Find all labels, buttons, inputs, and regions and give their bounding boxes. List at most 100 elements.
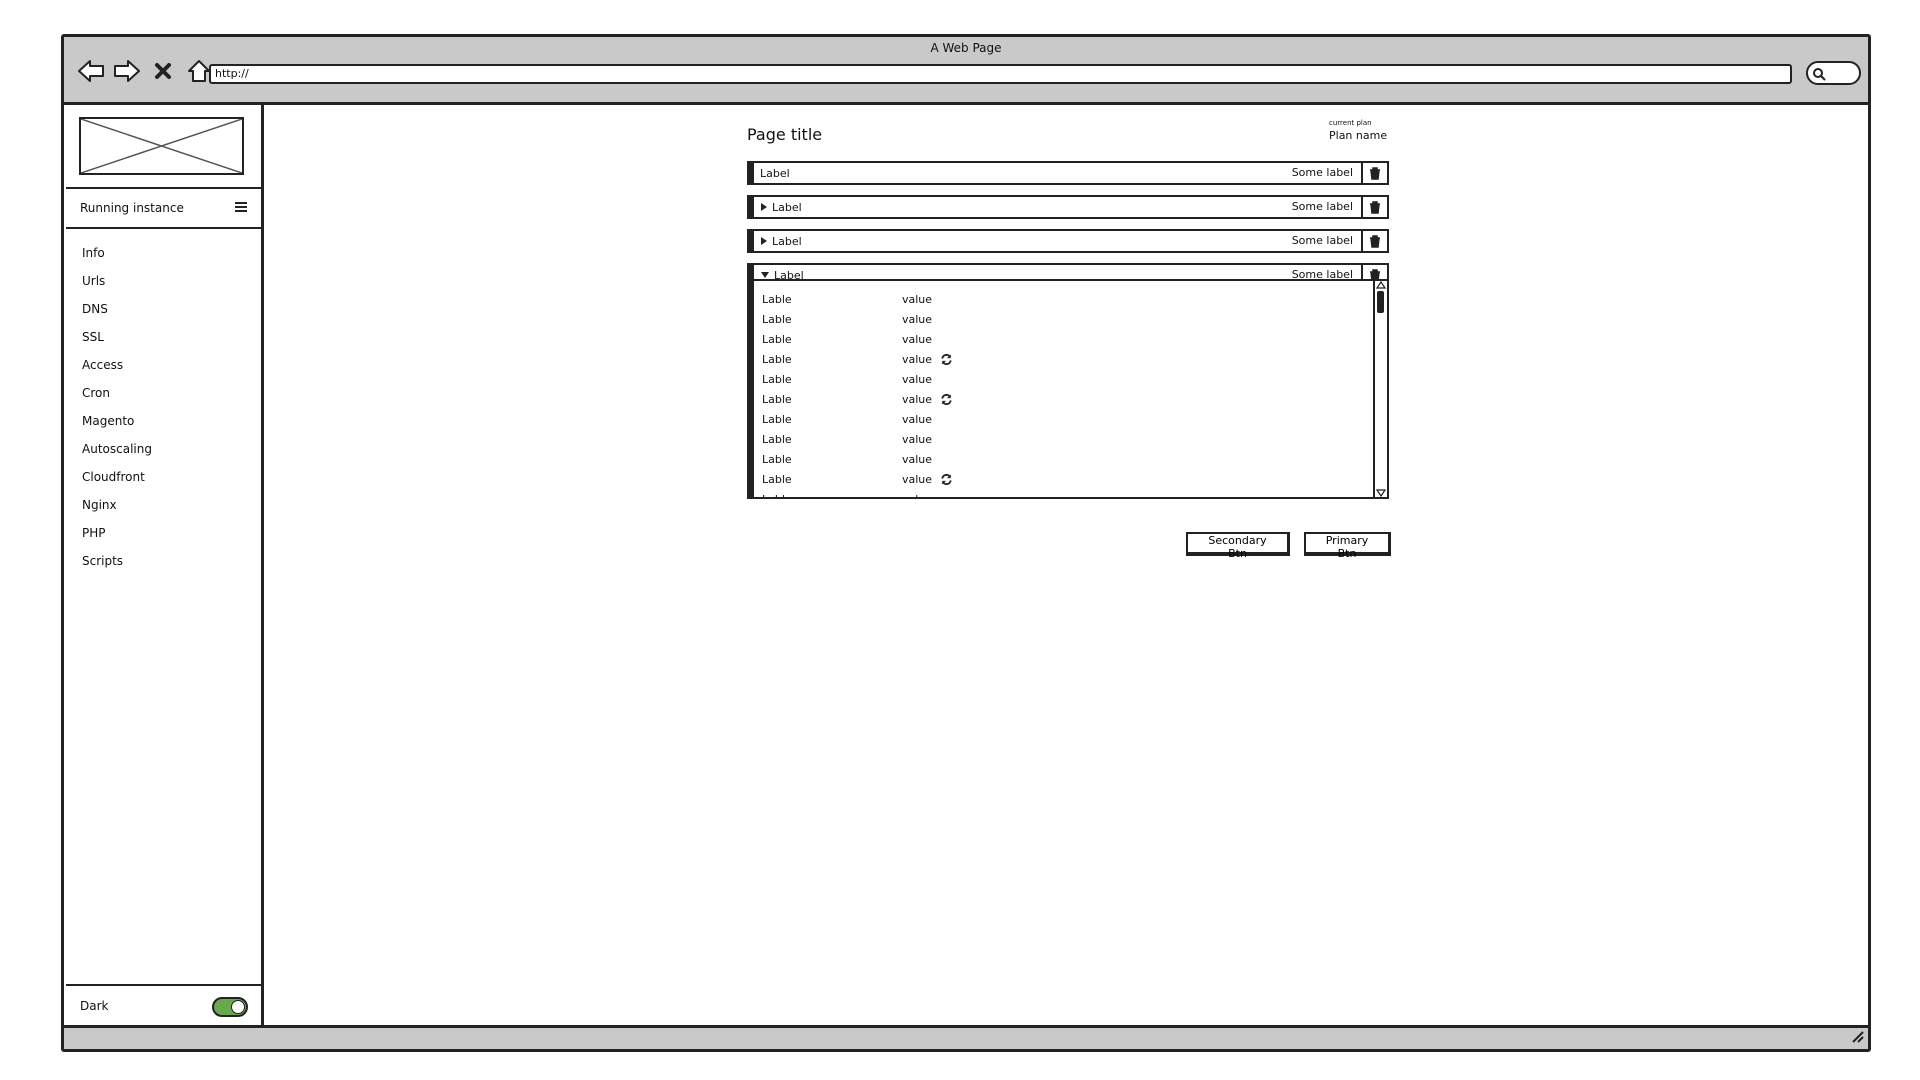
row-value-wrap: value <box>902 393 953 406</box>
sidebar: Running instance Info Urls DNS SSL Acces… <box>66 105 264 1026</box>
row-value-wrap: value <box>902 353 953 366</box>
current-plan: current plan Plan name <box>1329 119 1387 142</box>
theme-label: Dark <box>80 999 109 1013</box>
accordion-right-label: Some label <box>1291 166 1353 179</box>
trash-icon <box>1370 200 1380 214</box>
accordion-label-wrap: Label <box>760 201 802 214</box>
scroll-up-icon <box>1376 281 1386 289</box>
trash-icon <box>1370 234 1380 248</box>
scroll-down-icon <box>1376 489 1386 497</box>
secondary-button[interactable]: Secondary Btn <box>1186 532 1290 560</box>
sidebar-item-info[interactable]: Info <box>82 239 152 267</box>
address-bar[interactable]: http:// <box>209 64 1792 84</box>
list-item: Lable value <box>762 309 1369 329</box>
nav-controls <box>76 57 214 85</box>
row-label: Lable <box>762 392 792 406</box>
trash-icon <box>1370 166 1380 180</box>
accordion-item-1[interactable]: Label Some label <box>747 161 1389 185</box>
row-label: Lable <box>762 452 792 466</box>
row-value-wrap: value <box>902 492 933 499</box>
sidebar-menu: Info Urls DNS SSL Access Cron Magento Au… <box>82 239 152 575</box>
dark-mode-toggle[interactable] <box>212 997 248 1017</box>
accordion-label: Label <box>772 200 802 214</box>
sidebar-item-cloudfront[interactable]: Cloudfront <box>82 463 152 491</box>
sidebar-item-urls[interactable]: Urls <box>82 267 152 295</box>
logo-placeholder <box>79 117 244 175</box>
row-value: value <box>902 492 933 499</box>
accordion-label: Label <box>760 166 790 180</box>
row-label: Lable <box>762 492 792 499</box>
row-value-wrap: value <box>902 473 953 486</box>
list-item: Lable value <box>762 349 1369 369</box>
resize-grip-icon[interactable] <box>1850 1028 1864 1047</box>
sidebar-item-autoscaling[interactable]: Autoscaling <box>82 435 152 463</box>
sidebar-item-php[interactable]: PHP <box>82 519 152 547</box>
sidebar-item-nginx[interactable]: Nginx <box>82 491 152 519</box>
refresh-icon[interactable] <box>940 353 953 366</box>
list-item: Lable value <box>762 489 1369 499</box>
row-value: value <box>902 472 933 486</box>
toggle-knob <box>231 1000 245 1014</box>
row-label: Lable <box>762 472 792 486</box>
row-value: value <box>902 292 933 306</box>
instance-header[interactable]: Running instance <box>66 187 262 229</box>
row-label: Lable <box>762 432 792 446</box>
browser-search-button[interactable] <box>1806 61 1861 85</box>
accordion-right-label: Some label <box>1291 200 1353 213</box>
scroll-thumb[interactable] <box>1377 291 1384 313</box>
key-value-list: Lable value Lable value Lable value Lable value… <box>762 289 1369 499</box>
accordion-label-wrap: Label <box>760 167 790 180</box>
row-label: Lable <box>762 372 792 386</box>
sidebar-item-scripts[interactable]: Scripts <box>82 547 152 575</box>
list-item: Lable value <box>762 469 1369 489</box>
sidebar-item-dns[interactable]: DNS <box>82 295 152 323</box>
row-value-wrap: value <box>902 433 932 446</box>
sidebar-item-cron[interactable]: Cron <box>82 379 152 407</box>
delete-button[interactable] <box>1361 197 1387 217</box>
hamburger-icon[interactable] <box>234 201 248 216</box>
back-icon[interactable] <box>76 57 106 85</box>
row-label: Lable <box>762 352 792 366</box>
triangle-right-icon <box>761 237 767 245</box>
refresh-icon[interactable] <box>940 473 953 486</box>
triangle-right-icon <box>761 203 767 211</box>
row-value-wrap: value <box>902 373 932 386</box>
refresh-icon[interactable] <box>940 393 953 406</box>
accordion-panel: Lable value Lable value Lable value Lable value… <box>747 279 1389 499</box>
row-label: Lable <box>762 412 792 426</box>
accordion-label: Label <box>772 234 802 248</box>
page-viewport: Running instance Info Urls DNS SSL Acces… <box>64 105 1868 1027</box>
theme-switcher: Dark <box>66 984 262 1026</box>
window-title: A Web Page <box>930 41 1002 55</box>
list-item: Lable value <box>762 329 1369 349</box>
row-value: value <box>902 412 933 426</box>
list-item: Lable value <box>762 449 1369 469</box>
sidebar-item-access[interactable]: Access <box>82 351 152 379</box>
browser-statusbar <box>64 1025 1868 1049</box>
close-icon[interactable] <box>148 57 178 85</box>
browser-titlebar: A Web Page http:// <box>64 37 1868 105</box>
triangle-down-icon <box>761 272 769 278</box>
instance-label: Running instance <box>80 201 184 215</box>
scrollbar[interactable] <box>1373 281 1387 497</box>
plan-caption: current plan <box>1329 119 1372 127</box>
accordion-item-3[interactable]: Label Some label <box>747 229 1389 253</box>
accordion-item-2[interactable]: Label Some label <box>747 195 1389 219</box>
row-value-wrap: value <box>902 453 932 466</box>
list-item: Lable value <box>762 409 1369 429</box>
row-value-wrap: value <box>902 413 932 426</box>
sidebar-item-ssl[interactable]: SSL <box>82 323 152 351</box>
row-value-wrap: value <box>902 313 932 326</box>
row-label: Lable <box>762 332 792 346</box>
row-label: Lable <box>762 292 792 306</box>
sidebar-item-magento[interactable]: Magento <box>82 407 152 435</box>
page-title: Page title <box>747 125 823 144</box>
row-value: value <box>902 372 933 386</box>
row-value: value <box>902 392 933 406</box>
primary-button[interactable]: Primary Btn <box>1304 532 1391 560</box>
plan-name: Plan name <box>1329 129 1388 142</box>
forward-icon[interactable] <box>112 57 142 85</box>
delete-button[interactable] <box>1361 163 1387 183</box>
delete-button[interactable] <box>1361 231 1387 251</box>
search-icon <box>1812 66 1826 85</box>
